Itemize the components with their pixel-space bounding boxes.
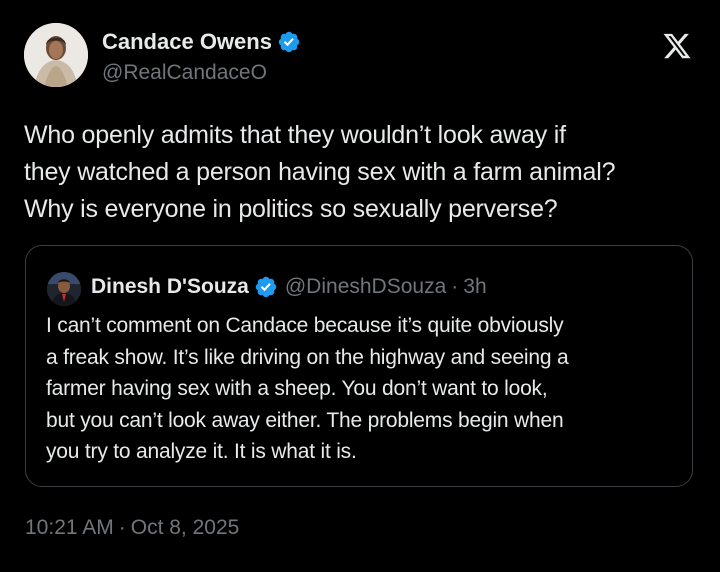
tweet-text: Who openly admits that they wouldn’t loo… (24, 121, 616, 223)
verified-badge-icon (278, 31, 300, 53)
quoted-display-name[interactable]: Dinesh D'Souza (91, 275, 249, 299)
quoted-author-avatar[interactable] (47, 272, 81, 306)
author-handle[interactable]: @RealCandaceO (102, 61, 267, 85)
quoted-tweet-text: I can’t comment on Candace because it’s … (46, 314, 569, 463)
tweet-card: Candace Owens @RealCandaceO Who openly a… (0, 0, 720, 572)
tweet-time: 10:21 AM (25, 516, 114, 539)
quoted-timestamp[interactable]: 3h (463, 275, 486, 299)
tweet-date: Oct 8, 2025 (130, 516, 240, 539)
x-logo-icon[interactable] (662, 31, 692, 61)
author-display-name[interactable]: Candace Owens (102, 29, 272, 55)
quoted-tweet[interactable]: Dinesh D'Souza @DineshDSouza · 3h I can’… (25, 245, 693, 487)
tweet-timestamp[interactable]: 10:21 AM · Oct 8, 2025 (25, 516, 239, 540)
author-avatar[interactable] (24, 23, 88, 87)
timestamp-separator: · (118, 516, 126, 539)
quoted-verified-badge-icon (255, 276, 277, 298)
quoted-author-photo (47, 272, 81, 306)
author-name-row[interactable]: Candace Owens (102, 28, 301, 56)
quoted-separator: · (451, 275, 459, 298)
author-photo (24, 23, 88, 87)
quoted-handle[interactable]: @DineshDSouza (285, 275, 446, 299)
quoted-header: Dinesh D'Souza @DineshDSouza · 3h (91, 272, 487, 302)
